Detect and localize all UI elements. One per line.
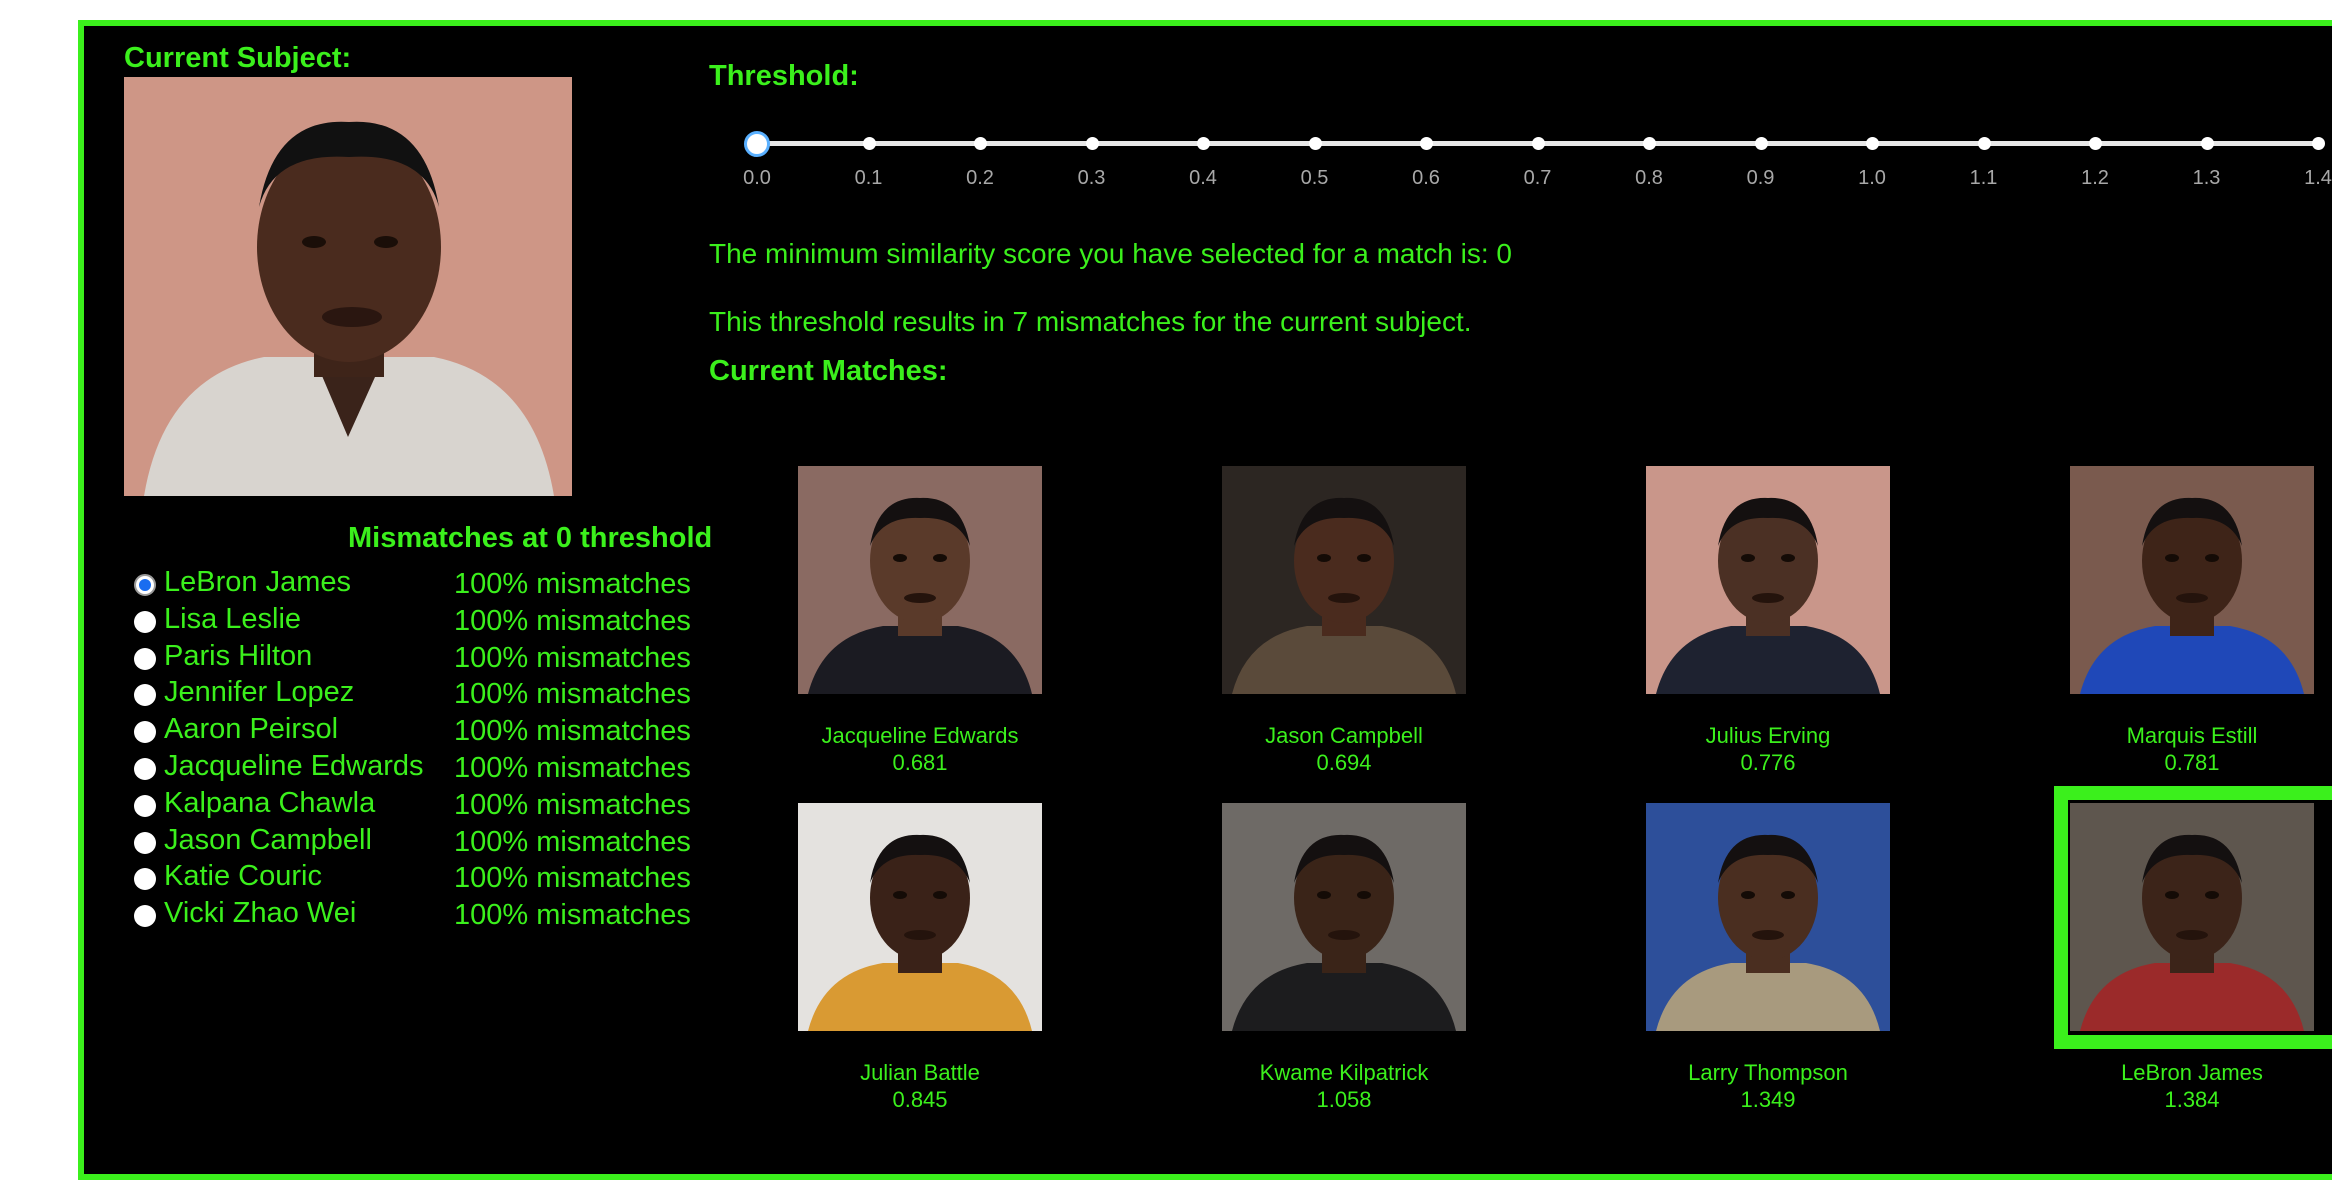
match-photo[interactable] bbox=[2070, 466, 2314, 694]
match-score: 1.349 bbox=[1740, 1087, 1796, 1112]
subject-mismatch-pct: 100% mismatches bbox=[454, 862, 691, 895]
self-match-highlight bbox=[2054, 786, 2332, 1049]
match-photo[interactable] bbox=[1222, 803, 1466, 1031]
slider-tick-label: 1.0 bbox=[1858, 167, 1886, 189]
match-card[interactable]: Jason Campbell 0.694 bbox=[1194, 466, 1494, 776]
subject-name[interactable]: Kalpana Chawla bbox=[164, 787, 375, 820]
match-card[interactable]: Marquis Estill 0.781 bbox=[2042, 466, 2332, 776]
slider-tick-dot[interactable] bbox=[1308, 137, 1322, 150]
subject-mismatch-pct: 100% mismatches bbox=[454, 899, 691, 932]
subject-photo bbox=[124, 77, 572, 496]
mismatch-count-text: This threshold results in 7 mismatches f… bbox=[709, 306, 1472, 337]
match-card[interactable]: Julian Battle 0.845 bbox=[770, 803, 1070, 1113]
slider-tick-label: 1.1 bbox=[1969, 167, 1998, 189]
slider-tick-dot[interactable] bbox=[1085, 137, 1099, 150]
slider-tick-label: 1.4 bbox=[2304, 167, 2332, 189]
match-name: Jacqueline Edwards bbox=[821, 723, 1019, 748]
match-score: 0.781 bbox=[2164, 750, 2220, 775]
match-score: 1.058 bbox=[1316, 1087, 1372, 1112]
slider-tick-label: 1.2 bbox=[2081, 167, 2109, 189]
slider-tick-label: 0.2 bbox=[966, 167, 994, 189]
match-name: Julius Erving bbox=[1705, 723, 1831, 748]
slider-tick-label: 0.6 bbox=[1412, 167, 1440, 189]
slider-tick-dot[interactable] bbox=[1977, 137, 1991, 150]
match-photo[interactable] bbox=[1646, 803, 1890, 1031]
subject-mismatch-pct: 100% mismatches bbox=[454, 788, 691, 821]
slider-tick-dot[interactable] bbox=[2312, 137, 2325, 150]
subject-name[interactable]: LeBron James bbox=[164, 566, 351, 599]
match-name: Marquis Estill bbox=[2126, 723, 2258, 748]
slider-tick-dot[interactable] bbox=[2200, 137, 2214, 150]
match-score: 0.681 bbox=[892, 750, 948, 775]
subject-mismatch-pct: 100% mismatches bbox=[454, 752, 691, 784]
subject-name[interactable]: Paris Hilton bbox=[164, 640, 312, 673]
slider-tick-dot[interactable] bbox=[1420, 137, 1433, 150]
slider-tick-dot[interactable] bbox=[1643, 137, 1656, 150]
subject-radio[interactable] bbox=[134, 647, 156, 670]
slider-tick-label: 0.4 bbox=[1189, 167, 1217, 189]
subject-radio[interactable] bbox=[134, 758, 156, 780]
slider-tick-label: 1.3 bbox=[2192, 167, 2221, 189]
slider-tick-dot[interactable] bbox=[862, 137, 876, 150]
threshold-heading: Threshold: bbox=[709, 60, 859, 92]
slider-tick-dot[interactable] bbox=[1531, 137, 1545, 150]
subject-name[interactable]: Lisa Leslie bbox=[164, 603, 301, 636]
slider-tick-label: 0.0 bbox=[743, 167, 771, 189]
subject-mismatch-pct: 100% mismatches bbox=[454, 678, 691, 711]
match-name: Larry Thompson bbox=[1688, 1060, 1848, 1085]
slider-tick-label: 0.9 bbox=[1746, 167, 1775, 189]
slider-handle[interactable] bbox=[744, 131, 770, 157]
subject-mismatch-pct: 100% mismatches bbox=[454, 715, 691, 748]
subject-name[interactable]: Jennifer Lopez bbox=[164, 676, 354, 709]
subject-mismatch-pct: 100% mismatches bbox=[454, 825, 691, 858]
slider-tick-dot[interactable] bbox=[1754, 137, 1768, 150]
slider-tick-label: 0.1 bbox=[854, 167, 883, 189]
subject-radio[interactable] bbox=[134, 831, 156, 854]
match-photo[interactable] bbox=[798, 803, 1042, 1031]
slider-tick-label: 0.8 bbox=[1635, 167, 1663, 189]
subject-mismatch-pct: 100% mismatches bbox=[454, 604, 691, 637]
match-card[interactable]: Julius Erving 0.776 bbox=[1618, 466, 1918, 776]
mismatch-list-heading: Mismatches at 0 threshold bbox=[348, 522, 713, 554]
slider-tick-label: 0.3 bbox=[1077, 167, 1106, 189]
match-card[interactable]: Larry Thompson 1.349 bbox=[1618, 803, 1918, 1113]
match-score: 0.845 bbox=[892, 1087, 948, 1112]
match-card[interactable]: Kwame Kilpatrick 1.058 bbox=[1194, 803, 1494, 1113]
match-photo[interactable] bbox=[1646, 466, 1890, 694]
match-photo[interactable] bbox=[798, 466, 1042, 694]
slider-tick-dot[interactable] bbox=[974, 137, 987, 150]
match-name: Jason Campbell bbox=[1265, 723, 1423, 748]
slider-tick-dot[interactable] bbox=[1866, 137, 1879, 150]
subject-name[interactable]: Aaron Peirsol bbox=[164, 713, 338, 746]
subject-name[interactable]: Vicki Zhao Wei bbox=[164, 897, 356, 930]
current-subject-heading: Current Subject: bbox=[124, 42, 352, 74]
slider-tick-label: 0.5 bbox=[1300, 167, 1329, 189]
match-card[interactable]: Jacqueline Edwards 0.681 bbox=[770, 466, 1070, 776]
match-photo[interactable] bbox=[1222, 466, 1466, 694]
subject-name[interactable]: Katie Couric bbox=[164, 860, 322, 893]
subject-radio[interactable] bbox=[134, 610, 156, 633]
current-matches-heading: Current Matches: bbox=[709, 355, 948, 387]
subject-mismatch-pct: 100% mismatches bbox=[454, 568, 691, 600]
match-score: 0.776 bbox=[1740, 750, 1796, 775]
match-score: 0.694 bbox=[1316, 750, 1372, 775]
subject-radio[interactable] bbox=[134, 794, 156, 817]
match-name: Julian Battle bbox=[860, 1060, 980, 1085]
min-score-text: The minimum similarity score you have se… bbox=[709, 238, 1512, 269]
match-score: 1.384 bbox=[2164, 1087, 2220, 1112]
slider-tick-dot[interactable] bbox=[1197, 137, 1210, 150]
subject-name[interactable]: Jacqueline Edwards bbox=[164, 750, 424, 783]
match-name: Kwame Kilpatrick bbox=[1259, 1060, 1429, 1085]
subject-mismatch-pct: 100% mismatches bbox=[454, 641, 691, 674]
subject-radio[interactable] bbox=[134, 574, 156, 596]
match-name: LeBron James bbox=[2121, 1060, 2263, 1085]
slider-tick-label: 0.7 bbox=[1523, 167, 1552, 189]
slider-tick-dot[interactable] bbox=[2089, 137, 2102, 150]
subject-name[interactable]: Jason Campbell bbox=[164, 824, 372, 857]
